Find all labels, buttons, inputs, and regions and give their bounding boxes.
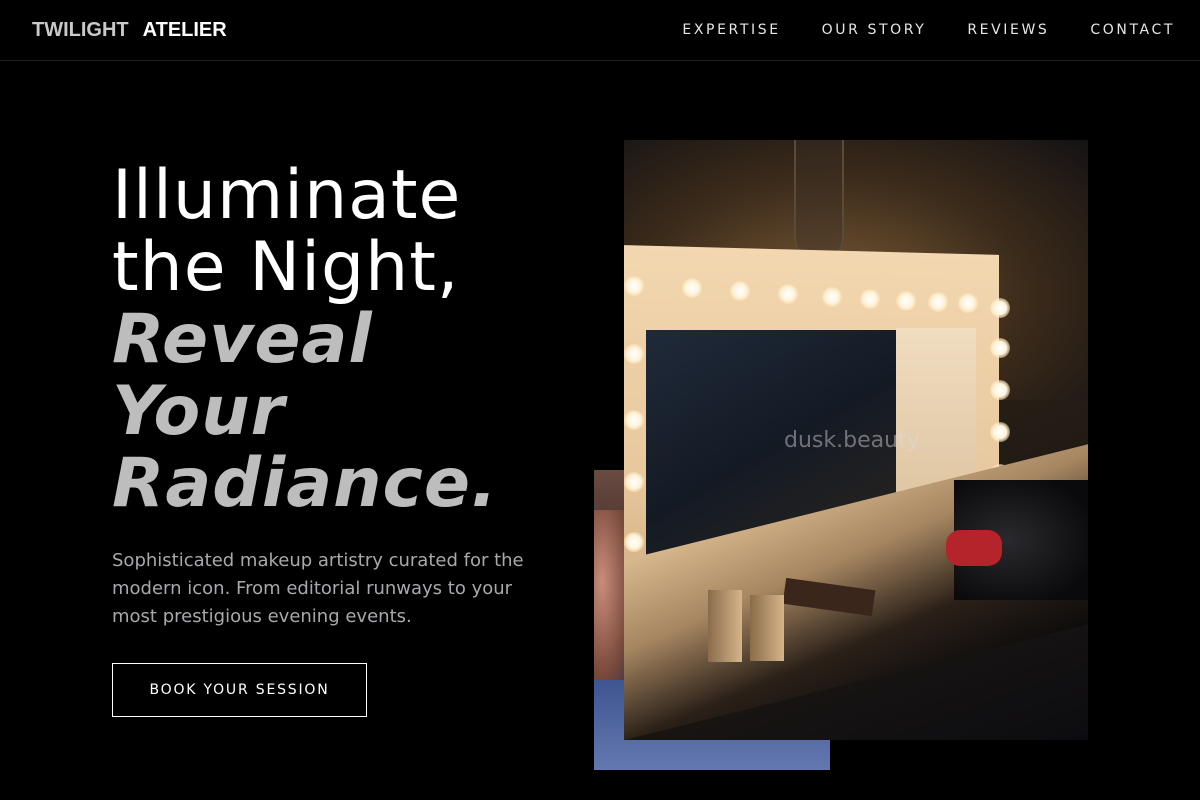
hero-accent-line-3: Radiance. bbox=[112, 444, 498, 523]
top-navbar: TWILIGHT ATELIER EXPERTISE OUR STORY REV… bbox=[0, 0, 1200, 61]
vanity-bulb bbox=[990, 338, 1010, 358]
image-watermark: dusk.beauty bbox=[784, 428, 920, 453]
nav-link-expertise[interactable]: EXPERTISE bbox=[682, 22, 780, 38]
photo-hanging-lamp bbox=[794, 140, 844, 260]
vanity-bulb bbox=[682, 278, 702, 298]
vanity-bulb bbox=[990, 380, 1010, 400]
vanity-bulb bbox=[990, 298, 1010, 318]
nav-link-our-story[interactable]: OUR STORY bbox=[822, 22, 927, 38]
brand-logo[interactable]: TWILIGHT ATELIER bbox=[32, 19, 227, 42]
vanity-bulb bbox=[624, 410, 644, 430]
brand-word-atelier: ATELIER bbox=[142, 18, 227, 41]
nav-link-contact[interactable]: CONTACT bbox=[1090, 22, 1175, 38]
nav-link-reviews[interactable]: REVIEWS bbox=[967, 22, 1049, 38]
photo-red-pouch bbox=[946, 530, 1002, 566]
vanity-bulb bbox=[990, 422, 1010, 442]
book-session-button[interactable]: BOOK YOUR SESSION bbox=[112, 663, 367, 717]
vanity-bulb bbox=[624, 532, 644, 552]
vanity-bulb bbox=[778, 284, 798, 304]
hero-title-line-1: Illuminate bbox=[112, 156, 462, 235]
vanity-bulb bbox=[958, 293, 978, 313]
photo-brush-cup bbox=[750, 595, 784, 661]
vanity-bulb bbox=[860, 289, 880, 309]
vanity-mirror-image: dusk.beauty bbox=[624, 140, 1088, 740]
brand-word-twilight: TWILIGHT bbox=[32, 18, 129, 41]
vanity-bulb bbox=[928, 292, 948, 312]
hero-title-line-2: the Night, bbox=[112, 228, 460, 307]
vanity-bulb bbox=[624, 276, 644, 296]
vanity-bulb bbox=[730, 281, 750, 301]
nav-links: EXPERTISE OUR STORY REVIEWS CONTACT bbox=[682, 22, 1175, 38]
hero-title: Illuminate the Night, Reveal Your Radian… bbox=[112, 160, 582, 520]
photo-brush-cup bbox=[708, 590, 742, 662]
vanity-bulb bbox=[624, 344, 644, 364]
hero-accent-line-2: Your bbox=[112, 372, 286, 451]
hero-subtitle: Sophisticated makeup artistry curated fo… bbox=[112, 550, 524, 627]
vanity-bulb bbox=[624, 472, 644, 492]
vanity-bulb bbox=[822, 287, 842, 307]
hero-accent-line-1: Reveal bbox=[112, 300, 373, 379]
vanity-bulb bbox=[896, 291, 916, 311]
